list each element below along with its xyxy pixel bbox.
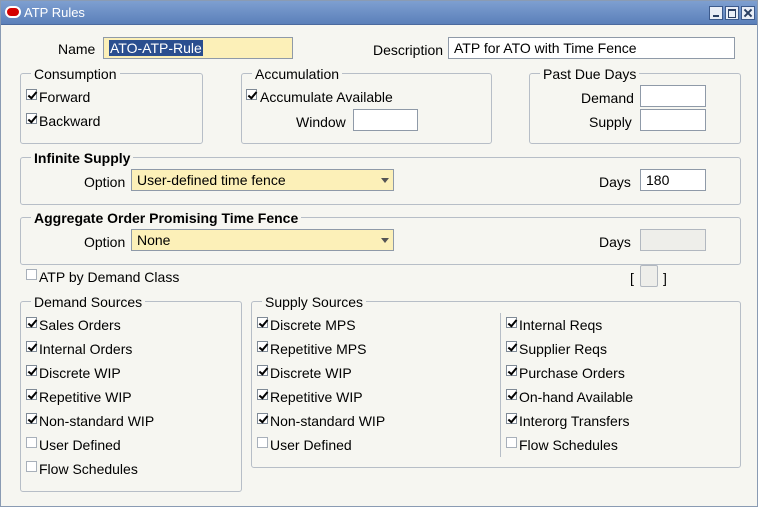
accumulate-available-label: Accumulate Available bbox=[260, 89, 393, 105]
close-icon[interactable] bbox=[741, 6, 755, 20]
window-label: Window bbox=[296, 114, 346, 130]
checkbox[interactable] bbox=[506, 341, 517, 352]
minimize-icon[interactable] bbox=[709, 6, 723, 20]
flexfield-bracket-close: ] bbox=[663, 270, 667, 286]
checkbox[interactable] bbox=[26, 317, 37, 328]
consumption-title: Consumption bbox=[31, 66, 120, 82]
aggregate-time-fence-title: Aggregate Order Promising Time Fence bbox=[31, 210, 302, 226]
name-value: ATO-ATP-Rule bbox=[109, 40, 203, 56]
accumulation-title: Accumulation bbox=[252, 66, 343, 82]
checkbox-label: User Defined bbox=[39, 437, 121, 453]
aggregate-option-label: Option bbox=[84, 234, 126, 250]
checkbox[interactable] bbox=[26, 365, 37, 376]
checkbox[interactable] bbox=[506, 317, 517, 328]
consumption-group bbox=[20, 73, 203, 144]
checkbox[interactable] bbox=[506, 437, 517, 448]
infinite-supply-title: Infinite Supply bbox=[31, 150, 134, 166]
name-label: Name bbox=[58, 41, 96, 57]
checkbox-label: Repetitive MPS bbox=[270, 341, 367, 357]
checkbox[interactable] bbox=[26, 461, 37, 472]
checkbox-label: Sales Orders bbox=[39, 317, 121, 333]
chevron-down-icon bbox=[381, 238, 389, 243]
supply-sources-divider bbox=[500, 313, 501, 457]
window-field[interactable] bbox=[353, 109, 418, 131]
checkbox-label: Discrete MPS bbox=[270, 317, 356, 333]
forward-label: Forward bbox=[39, 89, 91, 105]
checkbox-label: Flow Schedules bbox=[519, 437, 618, 453]
title-bar[interactable]: ATP Rules bbox=[1, 1, 757, 25]
past-due-days-group bbox=[529, 73, 741, 144]
checkbox-label: Non-standard WIP bbox=[270, 413, 386, 429]
supply-sources-title: Supply Sources bbox=[262, 294, 367, 310]
aggregate-days-field[interactable] bbox=[640, 229, 706, 251]
past-due-days-title: Past Due Days bbox=[540, 66, 640, 82]
checkbox[interactable] bbox=[257, 365, 268, 376]
aggregate-option-select[interactable]: None bbox=[131, 229, 394, 251]
past-due-supply-field[interactable] bbox=[640, 109, 706, 131]
checkbox-label: Discrete WIP bbox=[270, 365, 352, 381]
window-title: ATP Rules bbox=[24, 5, 85, 20]
backward-checkbox[interactable] bbox=[26, 113, 37, 124]
checkbox-label: Supplier Reqs bbox=[519, 341, 607, 357]
checkbox[interactable] bbox=[506, 413, 517, 424]
atp-rules-window: ATP Rules Name ATO-ATP-Rule Description … bbox=[0, 0, 758, 507]
maximize-icon[interactable] bbox=[725, 6, 739, 20]
checkbox[interactable] bbox=[257, 389, 268, 400]
flexfield-bracket-open: [ bbox=[630, 270, 634, 286]
oracle-logo-icon bbox=[5, 6, 21, 18]
atp-by-demand-class-label: ATP by Demand Class bbox=[39, 269, 180, 285]
checkbox[interactable] bbox=[506, 365, 517, 376]
checkbox[interactable] bbox=[257, 437, 268, 448]
name-field[interactable]: ATO-ATP-Rule bbox=[103, 37, 293, 59]
backward-label: Backward bbox=[39, 113, 101, 129]
checkbox-label: Purchase Orders bbox=[519, 365, 625, 381]
checkbox-label: Non-standard WIP bbox=[39, 413, 155, 429]
infinite-supply-option-value: User-defined time fence bbox=[137, 172, 286, 188]
checkbox-label: Discrete WIP bbox=[39, 365, 121, 381]
checkbox[interactable] bbox=[26, 437, 37, 448]
checkbox-label: Internal Reqs bbox=[519, 317, 603, 333]
checkbox-label: Interorg Transfers bbox=[519, 413, 630, 429]
forward-checkbox[interactable] bbox=[26, 89, 37, 100]
checkbox-label: Repetitive WIP bbox=[39, 389, 132, 405]
checkbox-label: Flow Schedules bbox=[39, 461, 138, 477]
checkbox[interactable] bbox=[257, 413, 268, 424]
checkbox[interactable] bbox=[506, 389, 517, 400]
infinite-supply-option-label: Option bbox=[84, 174, 126, 190]
descriptive-flexfield[interactable] bbox=[640, 265, 658, 287]
checkbox[interactable] bbox=[26, 389, 37, 400]
atp-by-demand-class-checkbox[interactable] bbox=[26, 269, 37, 280]
demand-sources-title: Demand Sources bbox=[31, 294, 146, 310]
checkbox[interactable] bbox=[257, 341, 268, 352]
checkbox-label: On-hand Available bbox=[519, 389, 634, 405]
checkbox[interactable] bbox=[26, 341, 37, 352]
infinite-supply-days-field[interactable]: 180 bbox=[640, 169, 706, 191]
description-label: Description bbox=[373, 42, 444, 58]
checkbox-label: Repetitive WIP bbox=[270, 389, 363, 405]
supply-label: Supply bbox=[589, 114, 632, 130]
checkbox-label: User Defined bbox=[270, 437, 352, 453]
aggregate-option-value: None bbox=[137, 232, 171, 248]
infinite-supply-days-label: Days bbox=[599, 174, 631, 190]
aggregate-days-label: Days bbox=[599, 234, 631, 250]
demand-label: Demand bbox=[581, 90, 634, 106]
checkbox[interactable] bbox=[257, 317, 268, 328]
checkbox[interactable] bbox=[26, 413, 37, 424]
accumulate-available-checkbox[interactable] bbox=[246, 89, 257, 100]
checkbox-label: Internal Orders bbox=[39, 341, 133, 357]
description-field[interactable]: ATP for ATO with Time Fence bbox=[448, 37, 735, 59]
infinite-supply-option-select[interactable]: User-defined time fence bbox=[131, 169, 394, 191]
past-due-demand-field[interactable] bbox=[640, 85, 706, 107]
chevron-down-icon bbox=[381, 178, 389, 183]
